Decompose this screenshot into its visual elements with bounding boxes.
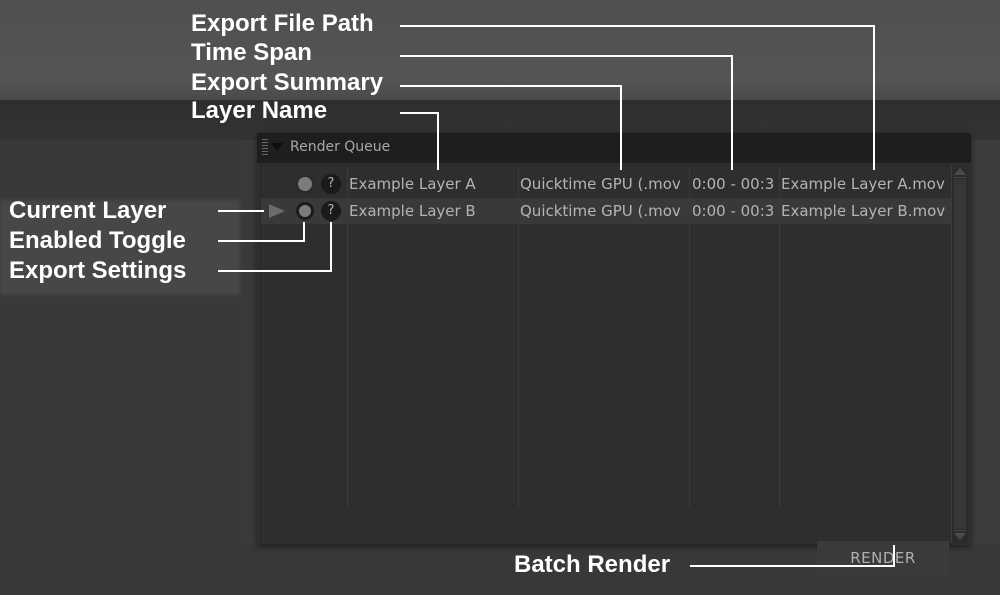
grip-icon[interactable] [262,139,268,157]
scroll-down-icon[interactable] [954,530,966,541]
leader-line [893,545,895,567]
current-layer-icon [269,204,285,218]
queue-row-current[interactable]: ? Example Layer B Quicktime GPU (.mov 0:… [261,198,951,224]
annotation-batch-render: Batch Render [514,551,671,578]
leader-line [690,565,895,567]
background-right [970,140,1000,595]
panel-title: Render Queue [290,139,391,155]
time-span: 0:00 - 00:3 [692,175,775,193]
queue-row[interactable]: ? Example Layer A Quicktime GPU (.mov 0:… [261,171,951,197]
leader-line [731,55,733,170]
leader-line [218,210,264,212]
leader-line [218,240,305,242]
export-summary: Quicktime GPU (.mov [520,202,681,220]
annotation-enabled-toggle: Enabled Toggle [9,227,186,254]
file-path: Example Layer B.mov [781,202,946,220]
annotation-export-file-path: Export File Path [191,10,374,37]
leader-line [873,25,875,170]
enabled-toggle-icon[interactable] [296,175,314,193]
leader-line [620,85,622,170]
layer-name: Example Layer A [349,175,476,193]
annotation-current-layer: Current Layer [9,197,167,224]
leader-line [437,112,439,170]
leader-line [218,270,332,272]
leader-line [400,25,875,27]
export-summary: Quicktime GPU (.mov [520,175,681,193]
leader-line [400,85,622,87]
leader-line [303,222,305,242]
leader-line [400,55,733,57]
render-queue-panel: Render Queue ? Example Layer A Quicktime… [257,133,971,575]
collapse-triangle-icon[interactable] [271,143,283,151]
render-button[interactable]: RENDER [817,541,949,575]
enabled-toggle-icon[interactable] [296,202,314,220]
time-span: 0:00 - 00:3 [692,202,775,220]
leader-line [330,222,332,272]
annotation-layer-name: Layer Name [191,97,328,124]
panel-header: Render Queue [257,133,971,163]
scroll-up-icon[interactable] [954,167,966,178]
scroll-track[interactable] [954,179,966,529]
annotation-export-settings: Export Settings [9,257,187,284]
vertical-scrollbar[interactable] [951,165,968,543]
export-settings-icon[interactable]: ? [321,174,341,194]
leader-line [400,112,439,114]
render-queue-list: ? Example Layer A Quicktime GPU (.mov 0:… [260,165,952,575]
annotation-time-span: Time Span [191,39,312,66]
export-settings-icon[interactable]: ? [321,201,341,221]
annotation-export-summary: Export Summary [191,69,384,96]
file-path: Example Layer A.mov [781,175,945,193]
layer-name: Example Layer B [349,202,476,220]
